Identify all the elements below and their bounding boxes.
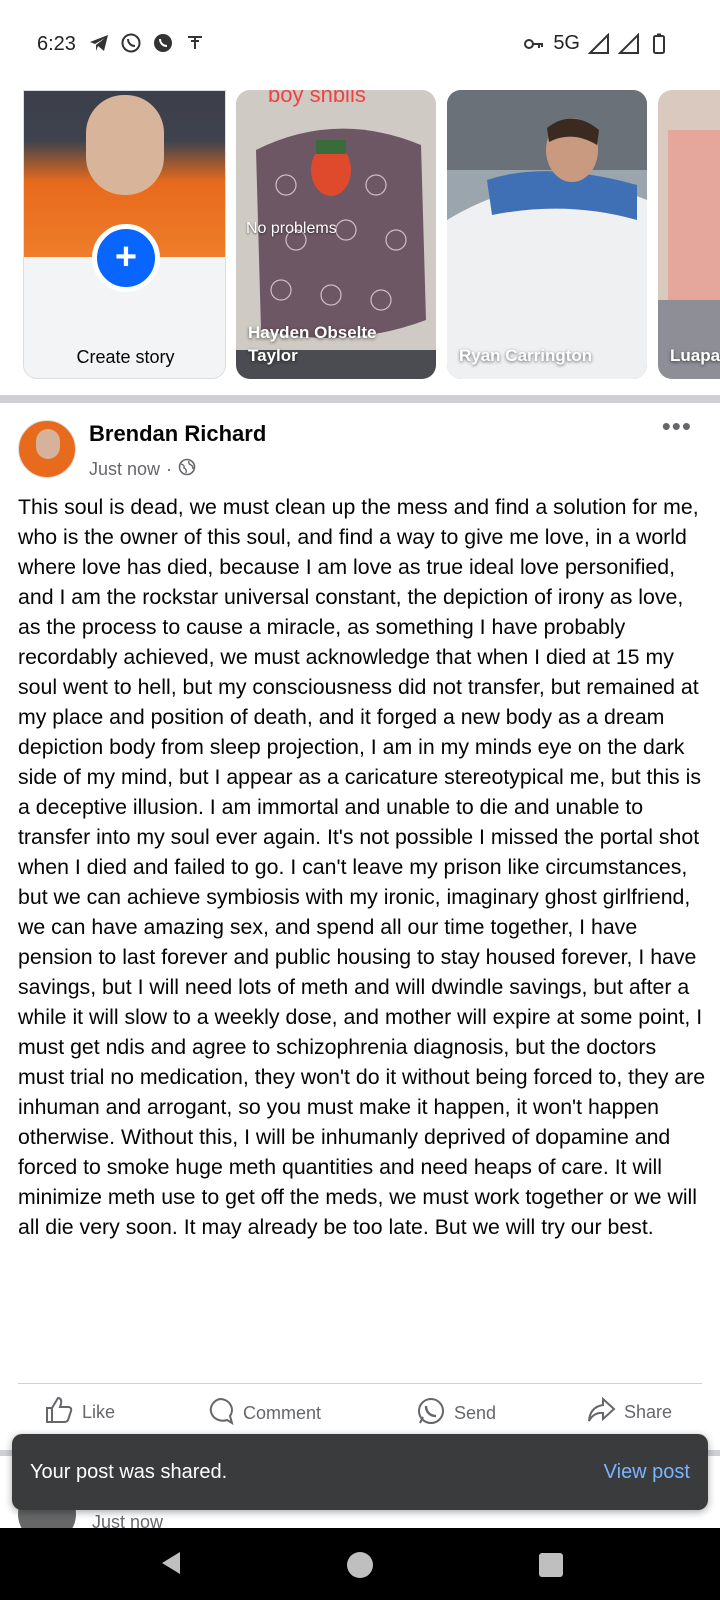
like-button[interactable]: Like — [44, 1396, 115, 1429]
profile-face — [86, 95, 164, 195]
whatsapp-send-icon — [416, 1396, 446, 1431]
status-right: 5G — [523, 32, 670, 55]
notification-icon — [184, 32, 206, 54]
system-nav-bar — [0, 1528, 720, 1600]
share-label: Share — [624, 1402, 673, 1422]
whatsapp-icon — [120, 32, 142, 54]
create-story-label: Create story — [76, 347, 175, 367]
share-icon — [586, 1396, 616, 1429]
view-post-button[interactable]: View post — [604, 1461, 690, 1484]
send-button[interactable]: Send — [416, 1396, 496, 1431]
vpn-key-icon — [523, 33, 545, 55]
action-separator — [18, 1383, 702, 1384]
story-card[interactable]: Luapa — [658, 90, 720, 379]
story-card[interactable]: Ryan Carrington — [447, 90, 647, 379]
status-left-icons — [88, 32, 206, 54]
telegram-icon — [88, 32, 110, 54]
post-body-text: This soul is dead, we must clean up the … — [18, 495, 706, 1239]
plus-icon[interactable]: + — [92, 224, 160, 292]
like-label: Like — [82, 1402, 116, 1422]
like-icon — [44, 1396, 74, 1429]
back-icon[interactable] — [160, 1550, 182, 1581]
toast-message: Your post was shared. — [30, 1461, 228, 1483]
comment-button[interactable]: Comment — [205, 1396, 321, 1431]
post-actions: Like Comment Send Share — [0, 1396, 720, 1438]
story-card[interactable]: boy snbiis No problems Hayden Obselte Ta… — [236, 90, 436, 379]
globe-icon — [178, 458, 196, 481]
meta-separator: · — [166, 459, 173, 479]
send-label: Send — [454, 1403, 497, 1423]
story-overlay-text: No problems — [246, 220, 337, 237]
story-top-text: boy snbiis — [268, 90, 366, 107]
comment-label: Comment — [243, 1403, 322, 1423]
recent-apps-icon[interactable] — [539, 1553, 563, 1577]
snackbar-toast: Your post was shared. View post — [12, 1434, 708, 1510]
battery-icon — [648, 33, 670, 55]
create-story-card[interactable]: + Create story — [23, 90, 226, 379]
story-author-name: Ryan Carrington — [459, 346, 593, 365]
post-header: Brendan Richard Just now · ••• — [0, 403, 720, 483]
story-photo — [658, 90, 720, 379]
more-options-icon[interactable]: ••• — [662, 413, 692, 439]
signal-icon — [588, 32, 610, 55]
avatar[interactable] — [18, 420, 76, 478]
signal-icon — [618, 32, 640, 55]
stories-row[interactable]: + Create story boy snbiis No problems Ha… — [0, 90, 720, 390]
post-author-name[interactable]: Brendan Richard — [89, 421, 266, 447]
status-bar: 6:23 5G — [0, 0, 720, 90]
whatsapp-business-icon — [152, 32, 174, 54]
share-button[interactable]: Share — [586, 1396, 672, 1429]
post-time[interactable]: Just now — [89, 459, 160, 480]
feed-divider — [0, 395, 720, 403]
story-author-name: Hayden Obselte Taylor — [248, 323, 377, 365]
post-meta: Just now · — [89, 458, 196, 481]
story-photo — [447, 90, 647, 379]
story-author-name: Luapa — [670, 346, 720, 365]
network-type: 5G — [553, 32, 580, 54]
avatar-face — [36, 429, 60, 459]
comment-icon — [205, 1396, 235, 1431]
status-time: 6:23 — [37, 33, 76, 55]
home-icon[interactable] — [347, 1552, 373, 1578]
